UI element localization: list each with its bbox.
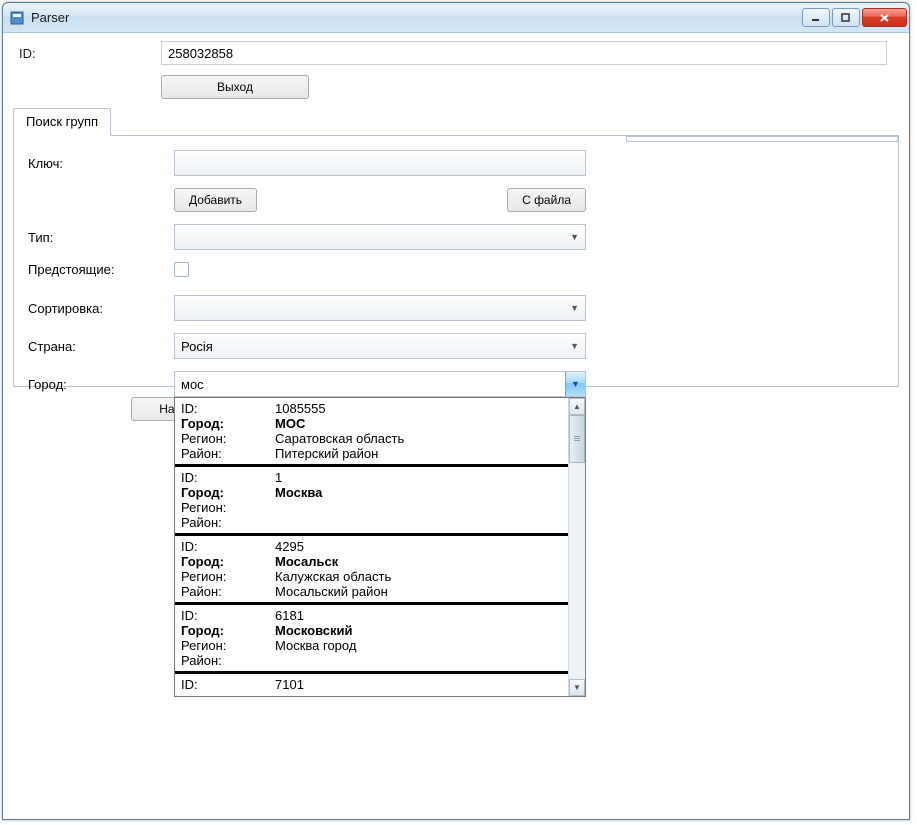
list-item[interactable]: ID:7101 — [175, 674, 568, 695]
list-item[interactable]: ID:6181 Город:Московский Регион:Москва г… — [175, 605, 568, 674]
add-row: Добавить С файла — [26, 188, 886, 212]
titlebar[interactable]: Parser — [3, 3, 909, 33]
type-row: Тип: ▼ — [26, 224, 886, 250]
type-label: Тип: — [26, 230, 174, 245]
window-title: Parser — [31, 10, 802, 25]
close-button[interactable] — [862, 8, 907, 27]
key-input[interactable] — [174, 150, 586, 176]
country-value: Росія — [181, 339, 213, 354]
sort-row: Сортировка: ▼ — [26, 295, 886, 321]
tab-search-groups[interactable]: Поиск групп — [13, 108, 111, 136]
id-row: ID: — [13, 41, 899, 65]
upcoming-row: Предстоящие: — [26, 262, 886, 277]
exit-button[interactable]: Выход — [161, 75, 309, 99]
list-item[interactable]: ID:1 Город:Москва Регион: Район: — [175, 467, 568, 536]
list-item[interactable]: ID:1085555 Город:МОС Регион:Саратовская … — [175, 398, 568, 467]
dropdown-scrollbar[interactable]: ▲ ▼ — [568, 398, 585, 696]
scroll-track[interactable] — [569, 415, 585, 679]
sort-select[interactable]: ▼ — [174, 295, 586, 321]
tabs: Поиск групп Ключ: Добавить С файла — [13, 107, 899, 387]
window-controls — [802, 8, 907, 27]
preview-panel — [626, 136, 898, 142]
city-dropdown-list: ID:1085555 Город:МОС Регион:Саратовская … — [175, 398, 568, 696]
chevron-down-icon: ▼ — [570, 232, 579, 242]
city-combobox: ▼ — [174, 371, 586, 397]
tab-pane: Ключ: Добавить С файла Тип: ▼ — [13, 135, 899, 387]
country-select[interactable]: Росія ▼ — [174, 333, 586, 359]
content-area: ID: Выход Поиск групп Ключ: Добавит — [3, 33, 909, 819]
chevron-down-icon: ▼ — [570, 303, 579, 313]
upcoming-checkbox[interactable] — [174, 262, 189, 277]
id-input[interactable] — [161, 41, 887, 65]
sort-label: Сортировка: — [26, 301, 174, 316]
chevron-down-icon: ▼ — [570, 341, 579, 351]
city-row: Город: ▼ ID:1085555 Город:МОС Рег — [26, 371, 886, 397]
scroll-down-button[interactable]: ▼ — [569, 679, 585, 696]
country-label: Страна: — [26, 339, 174, 354]
list-item[interactable]: ID:4295 Город:Мосальск Регион:Калужская … — [175, 536, 568, 605]
exit-row: Выход — [13, 75, 899, 99]
app-icon — [9, 10, 25, 26]
from-file-button[interactable]: С файла — [507, 188, 586, 212]
city-label: Город: — [26, 377, 174, 392]
key-label: Ключ: — [26, 156, 174, 171]
upcoming-label: Предстоящие: — [26, 262, 174, 277]
scroll-up-button[interactable]: ▲ — [569, 398, 585, 415]
maximize-button[interactable] — [832, 8, 860, 27]
app-window: Parser ID: Выход Поиск групп — [2, 2, 910, 820]
minimize-button[interactable] — [802, 8, 830, 27]
city-input[interactable] — [175, 372, 565, 396]
city-dropdown: ID:1085555 Город:МОС Регион:Саратовская … — [174, 397, 586, 697]
type-select[interactable]: ▼ — [174, 224, 586, 250]
tab-strip: Поиск групп — [13, 107, 899, 135]
add-button[interactable]: Добавить — [174, 188, 257, 212]
city-dropdown-button[interactable]: ▼ — [565, 372, 585, 396]
scroll-thumb[interactable] — [569, 415, 585, 463]
key-row: Ключ: — [26, 150, 886, 176]
country-row: Страна: Росія ▼ — [26, 333, 886, 359]
id-label: ID: — [13, 46, 161, 61]
